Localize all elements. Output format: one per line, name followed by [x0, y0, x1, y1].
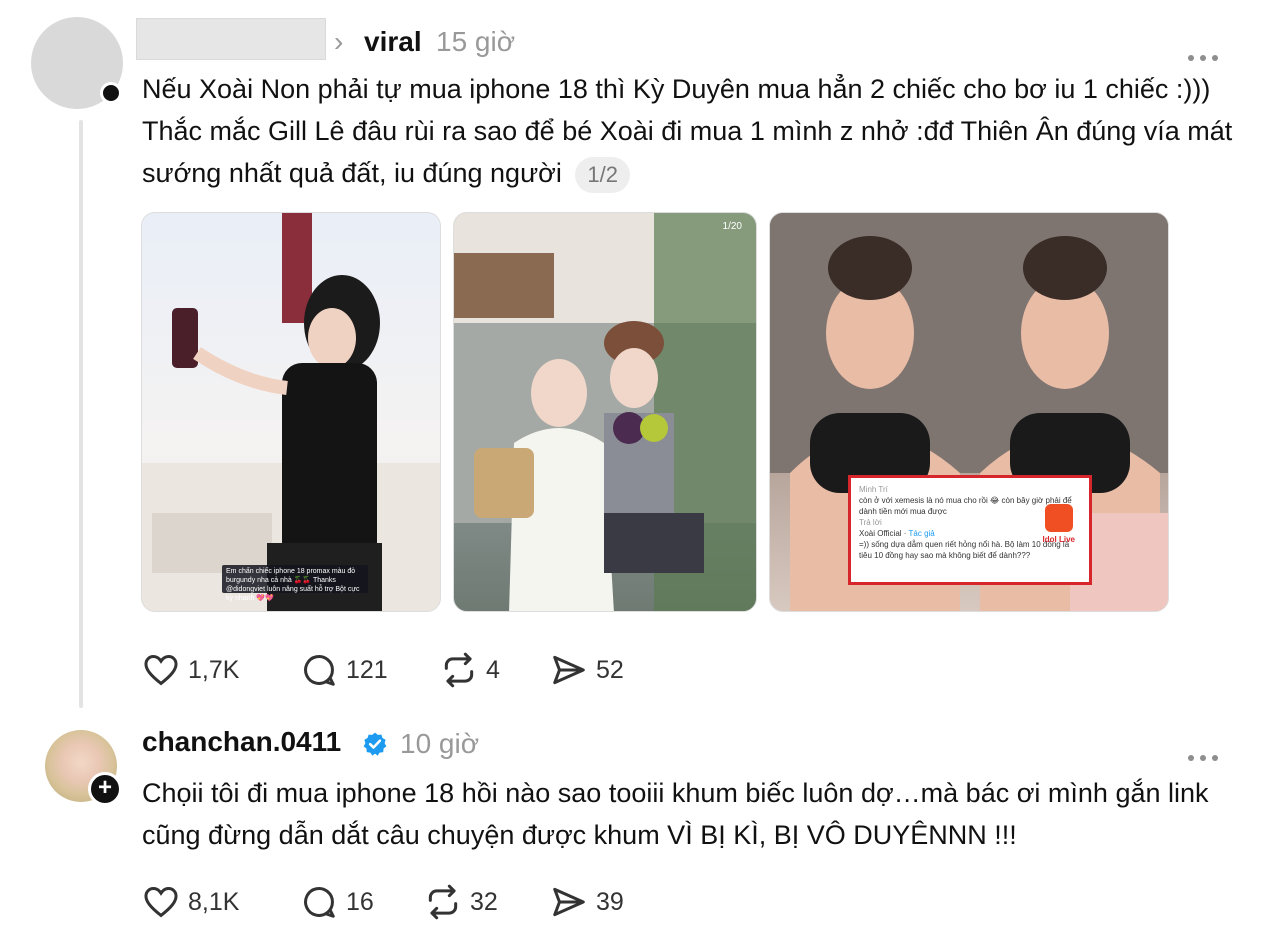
photo-two-girls[interactable]: 1/20	[453, 212, 757, 612]
logo-text: Idol Live	[1042, 535, 1075, 544]
like-button[interactable]: 8,1K	[142, 882, 239, 922]
verified-icon	[363, 732, 387, 756]
post-time: 15 giờ	[436, 26, 516, 57]
comment-icon	[304, 887, 335, 918]
share-button[interactable]: 39	[550, 882, 624, 922]
heart-icon	[144, 655, 178, 686]
page-indicator[interactable]: 1/2	[575, 156, 630, 193]
post-body: Chọii tôi đi mua iphone 18 hồi nào sao t…	[142, 778, 1209, 850]
comment-count: 16	[346, 887, 374, 916]
like-count: 8,1K	[188, 887, 240, 916]
share-count: 52	[596, 655, 624, 684]
username[interactable]: chanchan.0411	[142, 726, 341, 758]
reply-user: Xoài Official	[859, 529, 902, 538]
image-caption: Em chấn chiếc iphone 18 promax màu đỏ bu…	[222, 565, 368, 602]
comment-icon	[304, 655, 335, 686]
share-count: 39	[596, 887, 624, 916]
post-time: 10 giờ	[400, 728, 480, 759]
photo-selfie-store[interactable]: Em chấn chiếc iphone 18 promax màu đỏ bu…	[141, 212, 441, 612]
share-icon	[553, 887, 585, 917]
repost-button[interactable]: 4	[440, 650, 500, 690]
follow-plus-icon[interactable]: +	[88, 772, 122, 806]
post-body: Nếu Xoài Non phải tự mua iphone 18 thì K…	[142, 74, 1233, 188]
post-actions: 1,7K 121 4 52	[142, 650, 742, 690]
chevron-right-icon: ›	[334, 26, 344, 57]
repost-count: 32	[470, 887, 498, 916]
topic-tag[interactable]: viral	[364, 26, 422, 58]
repost-icon	[444, 652, 474, 688]
share-icon	[553, 655, 585, 685]
post-actions: 8,1K 16 32 39	[142, 882, 742, 922]
reply-post: + chanchan.0411 10 giờ Chọii tôi đi mua …	[0, 712, 1268, 948]
post-text: Nếu Xoài Non phải tự mua iphone 18 thì K…	[142, 68, 1242, 194]
like-count: 1,7K	[188, 655, 240, 684]
repost-count: 4	[486, 655, 500, 684]
comment-button[interactable]: 121	[300, 650, 388, 690]
photo-tiktok-comment[interactable]: Minh Trí còn ở với xemesis là nó mua cho…	[769, 212, 1169, 612]
thread-line	[79, 120, 83, 708]
comment-count: 121	[346, 655, 388, 684]
comment-screenshot: Minh Trí còn ở với xemesis là nó mua cho…	[848, 475, 1092, 585]
repost-icon	[428, 884, 458, 920]
heart-icon	[144, 887, 178, 918]
comment-button[interactable]: 16	[300, 882, 374, 922]
author-badge: Tác giả	[908, 529, 935, 538]
repost-button[interactable]: 32	[424, 882, 498, 922]
more-options-icon[interactable]	[1188, 740, 1224, 768]
image-counter: 1/20	[722, 221, 742, 232]
like-button[interactable]: 1,7K	[142, 650, 239, 690]
play-logo-icon	[1045, 504, 1073, 532]
more-options-icon[interactable]	[1188, 40, 1224, 68]
follow-badge[interactable]	[100, 82, 122, 104]
comment-user: Minh Trí	[859, 485, 888, 494]
share-button[interactable]: 52	[550, 650, 624, 690]
username-redacted[interactable]	[136, 18, 326, 60]
post-viral: › viral 15 giờ Nếu Xoài Non phải tự mua …	[0, 0, 1268, 712]
